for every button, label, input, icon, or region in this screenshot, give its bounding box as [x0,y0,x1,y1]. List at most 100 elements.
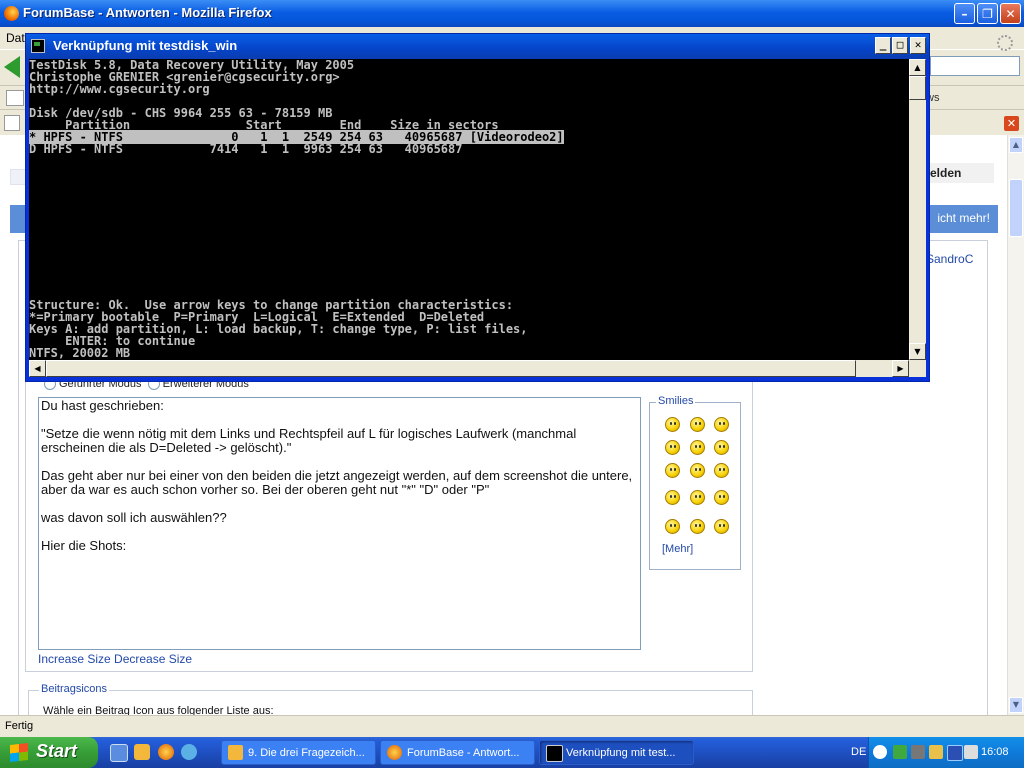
start-button[interactable]: Start [0,737,98,768]
console-maximize-button[interactable]: □ [892,37,908,54]
taskbar-item[interactable]: ForumBase - Antwort... [380,740,535,765]
quicklaunch-firefox-icon[interactable] [158,744,174,760]
status-text: Fertig [5,720,34,732]
page-scrollbar[interactable]: ▲ ▼ [1007,135,1024,715]
editor-paragraph: "Setze die wenn nötig mit dem Links und … [41,426,577,455]
smiley-icon[interactable] [665,490,680,505]
back-arrow-icon[interactable] [4,56,20,78]
editor-paragraph: Das geht aber nur bei einer von den beid… [41,468,633,497]
console-scroll-thumb[interactable] [909,76,926,100]
bookmark-icon[interactable] [6,90,24,106]
tray-expand-icon[interactable] [873,745,887,759]
smiley-icon[interactable] [690,490,705,505]
console-line: ENTER: to continue [29,334,196,348]
console-titlebar[interactable]: Verknüpfung mit testdisk_win _ □ ✕ [26,34,929,59]
minimize-button[interactable]: – [954,3,975,24]
decrease-size-link[interactable]: Decrease Size [114,652,192,666]
status-bar: Fertig [0,715,1024,737]
console-close-button[interactable]: ✕ [910,37,926,54]
smiley-icon[interactable] [714,519,729,534]
tray-volume-icon[interactable] [964,745,978,759]
tray-shield-icon[interactable] [947,745,963,761]
throbber-icon [997,35,1013,51]
firefox-icon [4,6,19,21]
tray-app-icon[interactable] [929,745,943,759]
task-app-icon [228,745,243,760]
console-hscroll-thumb[interactable] [46,360,856,377]
smiley-icon[interactable] [690,440,705,455]
smiley-icon[interactable] [665,417,680,432]
scroll-down-arrow-icon[interactable]: ▼ [1009,697,1023,713]
maximize-button[interactable]: ❐ [977,3,998,24]
firefox-titlebar: ForumBase - Antworten - Mozilla Firefox … [0,0,1024,27]
taskbar: Start 9. Die drei Fragezeich... ForumBas… [0,737,1024,768]
tray-device-icon[interactable] [911,745,925,759]
taskbar-item-label: ForumBase - Antwort... [407,747,520,759]
smiley-icon[interactable] [665,440,680,455]
console-title: Verknüpfung mit testdisk_win [53,38,238,53]
login-link[interactable]: elden [930,163,994,183]
firefox-window-title: ForumBase - Antworten - Mozilla Firefox [23,5,272,20]
increase-size-link[interactable]: Increase Size [38,652,111,666]
scroll-up-arrow-icon[interactable]: ▲ [1009,137,1023,153]
quicklaunch-explorer-icon[interactable] [110,744,128,762]
language-indicator[interactable]: DE [851,746,866,758]
console-line: NTFS, 20002 MB [29,346,131,360]
console-horizontal-scrollbar[interactable]: ◀ ▶ [29,360,909,377]
user-link[interactable]: SandroC [926,252,973,266]
console-output[interactable]: TestDisk 5.8, Data Recovery Utility, May… [29,59,909,360]
menu-file[interactable]: Dat [6,31,25,45]
console-vertical-scrollbar[interactable]: ▲ ▼ [909,59,926,360]
header-link[interactable]: icht mehr! [937,211,990,225]
post-icons-legend: Beitragsicons [39,683,110,695]
collapse-toggle[interactable] [10,169,26,185]
smiley-icon[interactable] [690,519,705,534]
console-icon [546,745,563,762]
taskbar-item[interactable]: Verknüpfung mit test... [539,740,694,765]
console-line: D HPFS - NTFS 7414 1 1 9963 254 63 40965… [29,142,463,156]
firefox-icon [387,745,402,760]
quicklaunch-network-icon[interactable] [181,744,197,760]
smiley-icon[interactable] [714,440,729,455]
message-textarea[interactable]: Du hast geschrieben: "Setze die wenn nöt… [38,397,641,650]
close-button[interactable]: ✕ [1000,3,1021,24]
scroll-up-arrow-icon[interactable]: ▲ [909,59,926,76]
system-tray: DE 16:08 [851,737,1024,768]
scroll-thumb[interactable] [1009,179,1023,237]
smiley-icon[interactable] [690,463,705,478]
smiley-icon[interactable] [665,519,680,534]
more-smilies-link[interactable]: [Mehr] [662,543,693,555]
smiley-icon[interactable] [714,417,729,432]
scroll-left-arrow-icon[interactable]: ◀ [29,360,46,377]
tray-network-icon[interactable] [893,745,907,759]
scroll-down-arrow-icon[interactable]: ▼ [909,343,926,360]
console-line: http://www.cgsecurity.org [29,82,210,96]
smiley-icon[interactable] [714,463,729,478]
windows-logo-icon [10,743,28,762]
console-minimize-button[interactable]: _ [875,37,891,54]
taskbar-item-label: 9. Die drei Fragezeich... [248,747,365,759]
tab-favicon[interactable] [4,115,20,131]
scroll-right-arrow-icon[interactable]: ▶ [892,360,909,377]
tab-close-icon[interactable]: ✕ [1004,116,1019,131]
smiley-icon[interactable] [690,417,705,432]
editor-size-links: Increase Size Decrease Size [38,652,192,666]
resize-grip-icon[interactable] [909,360,926,377]
smiley-icon[interactable] [714,490,729,505]
smilies-legend: Smilies [656,395,696,407]
clock: 16:08 [981,746,1009,758]
search-input[interactable] [930,35,1020,76]
smiley-icon[interactable] [665,463,680,478]
taskbar-item[interactable]: 9. Die drei Fragezeich... [221,740,376,765]
quicklaunch-winamp-icon[interactable] [134,744,150,760]
